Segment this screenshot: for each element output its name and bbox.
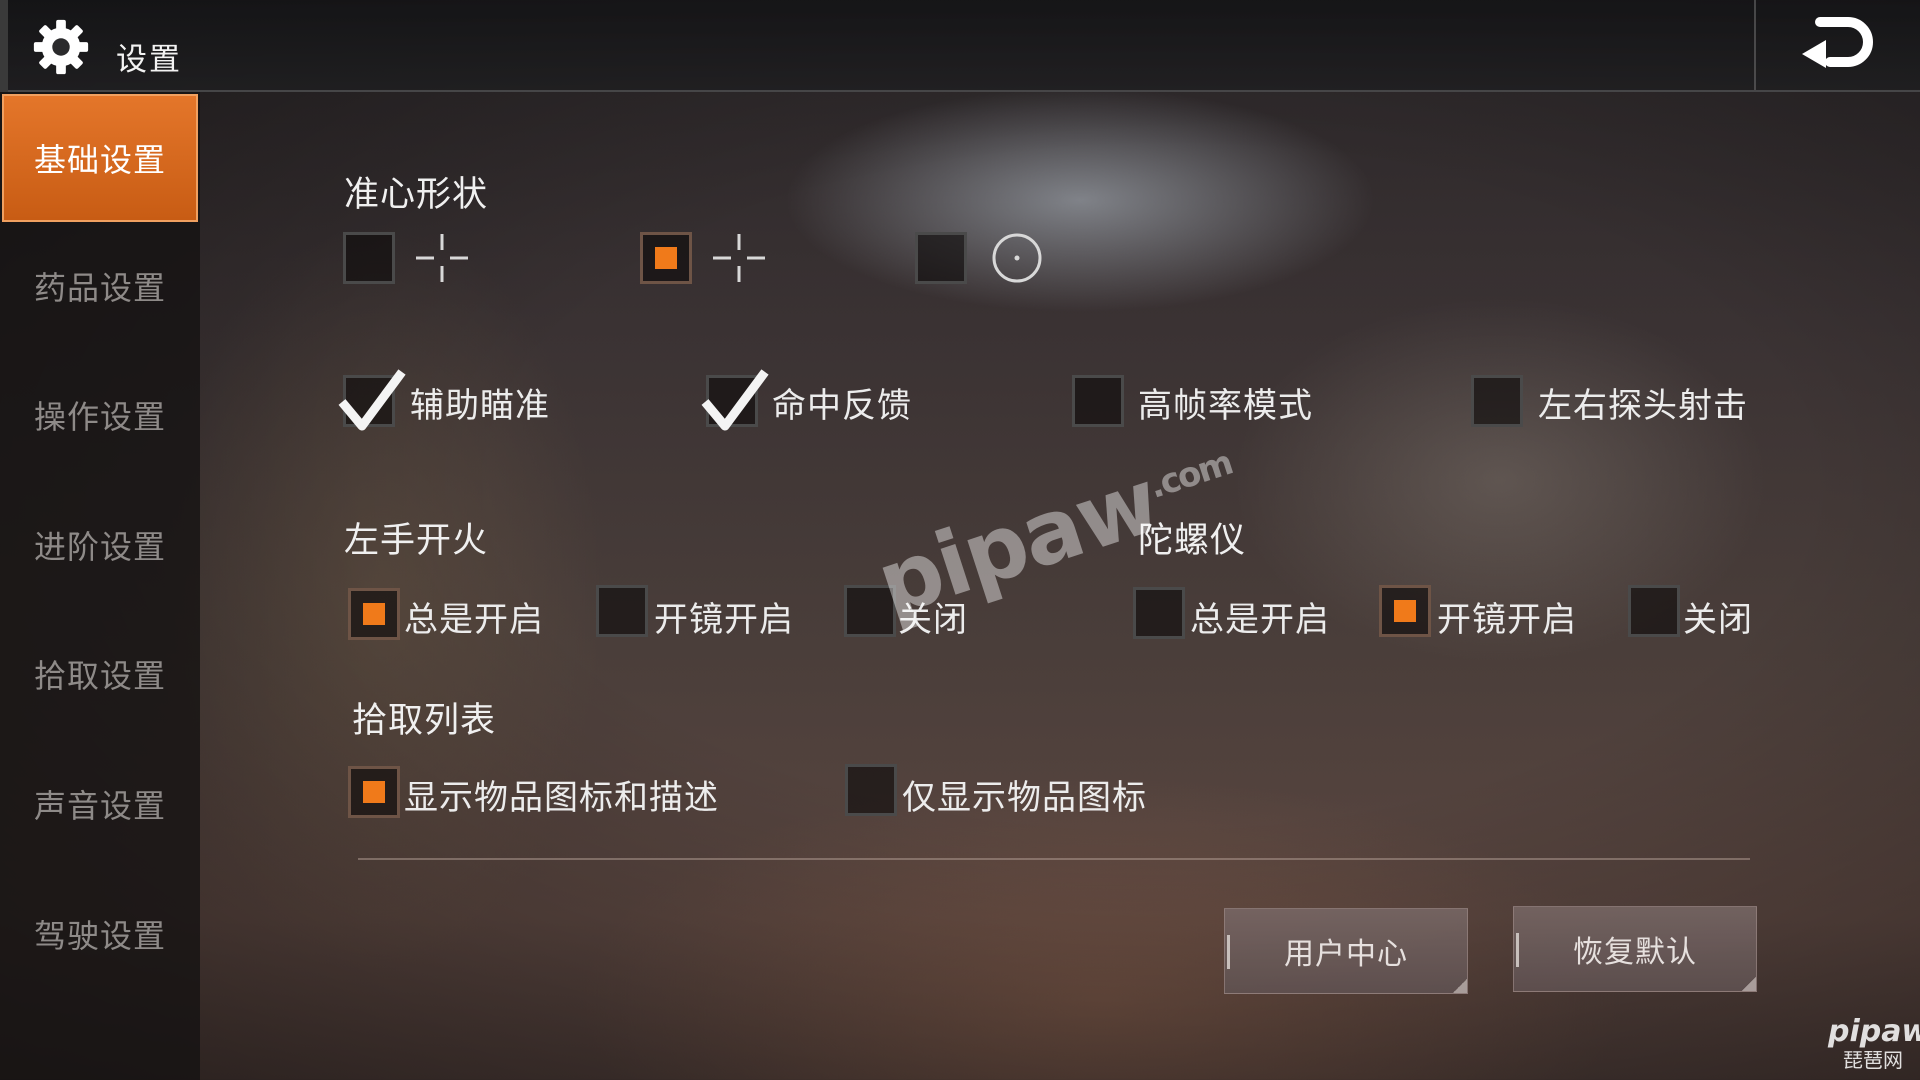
left-fire-scope-checkbox[interactable] [596, 585, 648, 637]
crosshair-option-3-checkbox[interactable] [915, 232, 967, 284]
user-center-button[interactable]: 用户中心 [1224, 908, 1468, 994]
button-accent-bar [1227, 935, 1230, 969]
crosshair-cross-icon [713, 234, 765, 282]
sidebar-item-controls[interactable]: 操作设置 [0, 351, 200, 479]
sidebar-item-label: 操作设置 [33, 398, 166, 436]
top-bar: 设置 [0, 0, 1920, 92]
gyroscope-scope-label: 开镜开启 [1437, 600, 1577, 640]
sidebar-item-pickup[interactable]: 拾取设置 [0, 610, 200, 738]
lean-shoot-label: 左右探头射击 [1538, 386, 1748, 426]
back-arrow-icon[interactable] [1790, 10, 1880, 80]
crosshair-section-title: 准心形状 [344, 175, 489, 215]
sidebar-item-medicine[interactable]: 药品设置 [0, 222, 200, 350]
back-divider [1754, 0, 1756, 90]
checkmark-icon [338, 369, 406, 431]
crosshair-circle-dot-icon [992, 233, 1042, 283]
pickup-icon-only-label: 仅显示物品图标 [902, 778, 1147, 818]
high-framerate-label: 高帧率模式 [1138, 386, 1313, 426]
aim-assist-checkbox[interactable] [338, 369, 406, 431]
checkmark-icon [701, 369, 769, 431]
sidebar-item-label: 药品设置 [33, 269, 166, 307]
sidebar-item-label: 拾取设置 [33, 657, 166, 695]
top-bar-accent [0, 0, 8, 92]
left-fire-always-label: 总是开启 [404, 600, 544, 640]
page-title: 设置 [116, 42, 182, 78]
hit-feedback-checkbox[interactable] [701, 369, 769, 431]
sidebar: 基础设置 药品设置 操作设置 进阶设置 拾取设置 声音设置 驾驶设置 [0, 92, 200, 1080]
content-divider [358, 858, 1750, 860]
hit-feedback-label: 命中反馈 [772, 386, 912, 426]
left-fire-scope-label: 开镜开启 [654, 600, 794, 640]
corner-watermark: pipaw 琵琶网 [1828, 1014, 1920, 1073]
pickup-icon-only-checkbox[interactable] [845, 764, 897, 816]
corner-watermark-logo: pipaw [1828, 1014, 1920, 1049]
restore-default-button-label: 恢复默认 [1573, 935, 1697, 970]
gyroscope-off-checkbox[interactable] [1628, 585, 1680, 637]
sidebar-item-label: 进阶设置 [33, 528, 166, 566]
left-fire-always-checkbox[interactable] [348, 588, 400, 640]
crosshair-option-1-checkbox[interactable] [343, 232, 395, 284]
corner-watermark-text: 琵琶网 [1843, 1048, 1903, 1072]
pickup-list-section-title: 拾取列表 [352, 701, 497, 741]
restore-default-button[interactable]: 恢复默认 [1513, 906, 1757, 992]
sidebar-item-label: 基础设置 [33, 141, 166, 179]
button-corner [1453, 979, 1467, 993]
sidebar-item-advanced[interactable]: 进阶设置 [0, 481, 200, 609]
crosshair-cross-icon [416, 234, 468, 282]
pickup-icon-desc-label: 显示物品图标和描述 [404, 778, 719, 818]
sidebar-item-basic[interactable]: 基础设置 [2, 94, 198, 222]
gyroscope-scope-checkbox[interactable] [1379, 585, 1431, 637]
sidebar-item-driving[interactable]: 驾驶设置 [0, 870, 200, 998]
gyroscope-always-checkbox[interactable] [1133, 587, 1185, 639]
pickup-icon-desc-checkbox[interactable] [348, 766, 400, 818]
button-accent-bar [1516, 933, 1519, 967]
sidebar-item-label: 驾驶设置 [33, 917, 166, 955]
gyroscope-off-label: 关闭 [1683, 600, 1753, 640]
sidebar-item-label: 声音设置 [33, 787, 166, 825]
sidebar-item-sound[interactable]: 声音设置 [0, 740, 200, 868]
lean-shoot-checkbox[interactable] [1471, 375, 1523, 427]
user-center-button-label: 用户中心 [1284, 937, 1408, 972]
aim-assist-label: 辅助瞄准 [410, 386, 550, 426]
gear-icon [33, 19, 89, 75]
high-framerate-checkbox[interactable] [1072, 375, 1124, 427]
watermark-suffix: .com [1144, 442, 1237, 507]
left-fire-section-title: 左手开火 [344, 521, 489, 561]
button-corner [1742, 977, 1756, 991]
gyroscope-always-label: 总是开启 [1190, 600, 1330, 640]
watermark-main: pipaw [865, 449, 1170, 636]
crosshair-option-2-checkbox[interactable] [640, 232, 692, 284]
